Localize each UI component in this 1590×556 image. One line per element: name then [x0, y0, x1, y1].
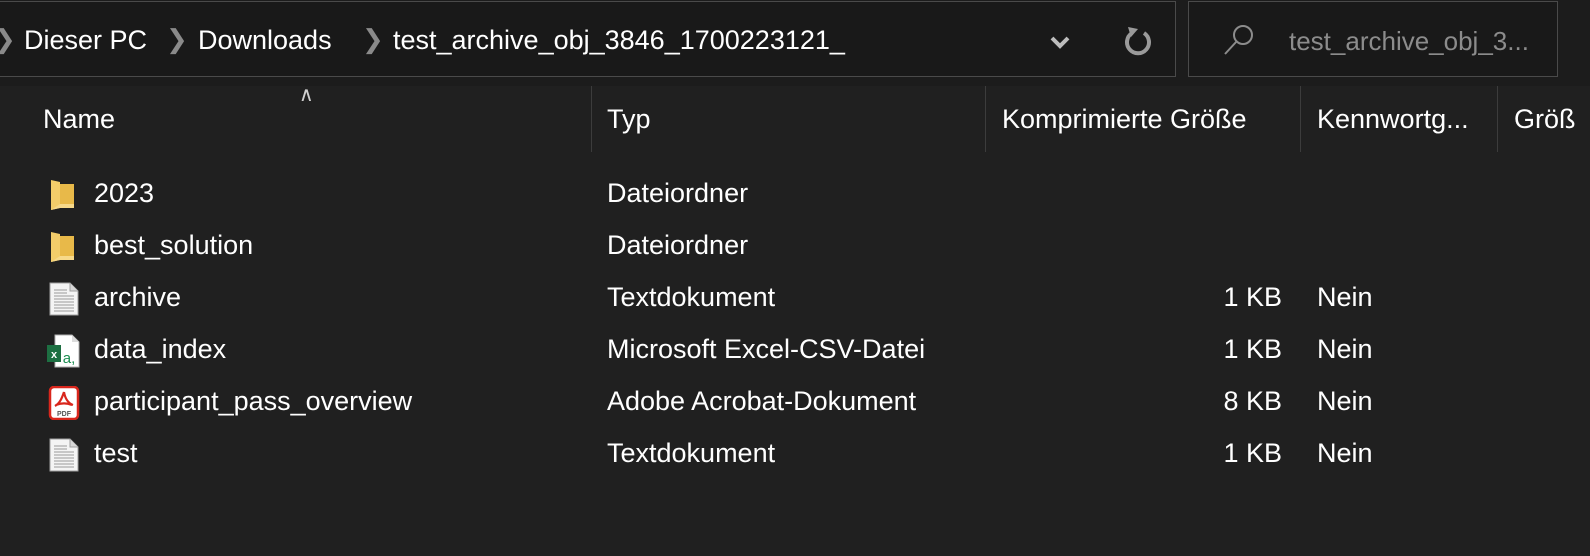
column-header-name[interactable]: Name: [43, 104, 115, 135]
column-resize-handle[interactable]: [591, 86, 592, 152]
file-type: Dateiordner: [607, 178, 749, 208]
compressed-size: 1 KB: [1223, 438, 1282, 468]
file-row[interactable]: x a, data_index Microsoft Excel-CSV-Date…: [0, 324, 1590, 376]
file-name: best_solution: [94, 230, 254, 260]
file-type: Adobe Acrobat-Dokument: [607, 386, 917, 416]
search-placeholder: test_archive_obj_3...: [1289, 26, 1529, 56]
search-input[interactable]: test_archive_obj_3...: [1188, 1, 1558, 77]
breadcrumb-dieser-pc[interactable]: Dieser PC: [24, 25, 147, 56]
compressed-size: 8 KB: [1223, 386, 1282, 416]
password-protected: Nein: [1317, 334, 1373, 364]
file-type: Textdokument: [607, 438, 776, 468]
file-name: data_index: [94, 334, 227, 364]
compressed-size: 1 KB: [1223, 282, 1282, 312]
column-header-password-protected[interactable]: Kennwortg...: [1317, 104, 1469, 135]
search-icon: [1224, 25, 1253, 55]
password-protected: Nein: [1317, 438, 1373, 468]
navigation-bar: ❯ Dieser PC ❯ Downloads ❯ test_archive_o…: [0, 0, 1590, 86]
text-file-icon: [49, 282, 79, 316]
column-resize-handle[interactable]: [1497, 86, 1498, 152]
compressed-size: 1 KB: [1223, 334, 1282, 364]
breadcrumb-separator-icon[interactable]: ❯: [362, 24, 384, 55]
refresh-icon: [1125, 27, 1151, 56]
address-history-dropdown-button[interactable]: [1038, 22, 1082, 62]
folder-icon: [51, 232, 74, 262]
column-header-row: ∧ Name Typ Komprimierte Größe Kennwortg.…: [0, 84, 1590, 152]
file-row[interactable]: PDF participant_pass_overview Adobe Acro…: [0, 376, 1590, 428]
pdf-icon: PDF: [48, 386, 80, 420]
file-row[interactable]: 2023 Dateiordner: [0, 168, 1590, 220]
address-bar[interactable]: ❯ Dieser PC ❯ Downloads ❯ test_archive_o…: [0, 1, 1176, 77]
column-header-type[interactable]: Typ: [607, 104, 651, 135]
file-type: Textdokument: [607, 282, 776, 312]
column-header-compressed-size[interactable]: Komprimierte Größe: [1002, 104, 1247, 135]
svg-text:PDF: PDF: [57, 411, 72, 418]
file-name: test: [94, 438, 138, 468]
folder-icon: [51, 180, 74, 210]
column-header-size[interactable]: Größ: [1514, 104, 1576, 135]
sort-ascending-icon: ∧: [299, 84, 314, 106]
file-type: Dateiordner: [607, 230, 749, 260]
password-protected: Nein: [1317, 386, 1373, 416]
file-name: 2023: [94, 178, 155, 208]
svg-text:a,: a,: [63, 350, 76, 367]
file-type: Microsoft Excel-CSV-Datei: [607, 334, 926, 364]
refresh-button[interactable]: [1116, 20, 1160, 64]
breadcrumb-separator-icon[interactable]: ❯: [166, 24, 188, 55]
column-resize-handle[interactable]: [985, 86, 986, 152]
column-resize-handle[interactable]: [1300, 86, 1301, 152]
file-name: participant_pass_overview: [94, 386, 413, 416]
file-row[interactable]: archive Textdokument 1 KB Nein: [0, 272, 1590, 324]
chevron-down-icon: [1050, 36, 1070, 49]
svg-text:x: x: [51, 349, 58, 361]
file-row[interactable]: test Textdokument 1 KB Nein: [0, 428, 1590, 480]
breadcrumb-downloads[interactable]: Downloads: [198, 25, 332, 56]
breadcrumb-current-folder[interactable]: test_archive_obj_3846_1700223121_: [393, 25, 845, 56]
excel-csv-icon: x a,: [47, 334, 80, 368]
file-name: archive: [94, 282, 182, 312]
breadcrumb-separator-icon[interactable]: ❯: [0, 24, 16, 55]
file-row[interactable]: best_solution Dateiordner: [0, 220, 1590, 272]
password-protected: Nein: [1317, 282, 1373, 312]
text-file-icon: [49, 438, 79, 472]
